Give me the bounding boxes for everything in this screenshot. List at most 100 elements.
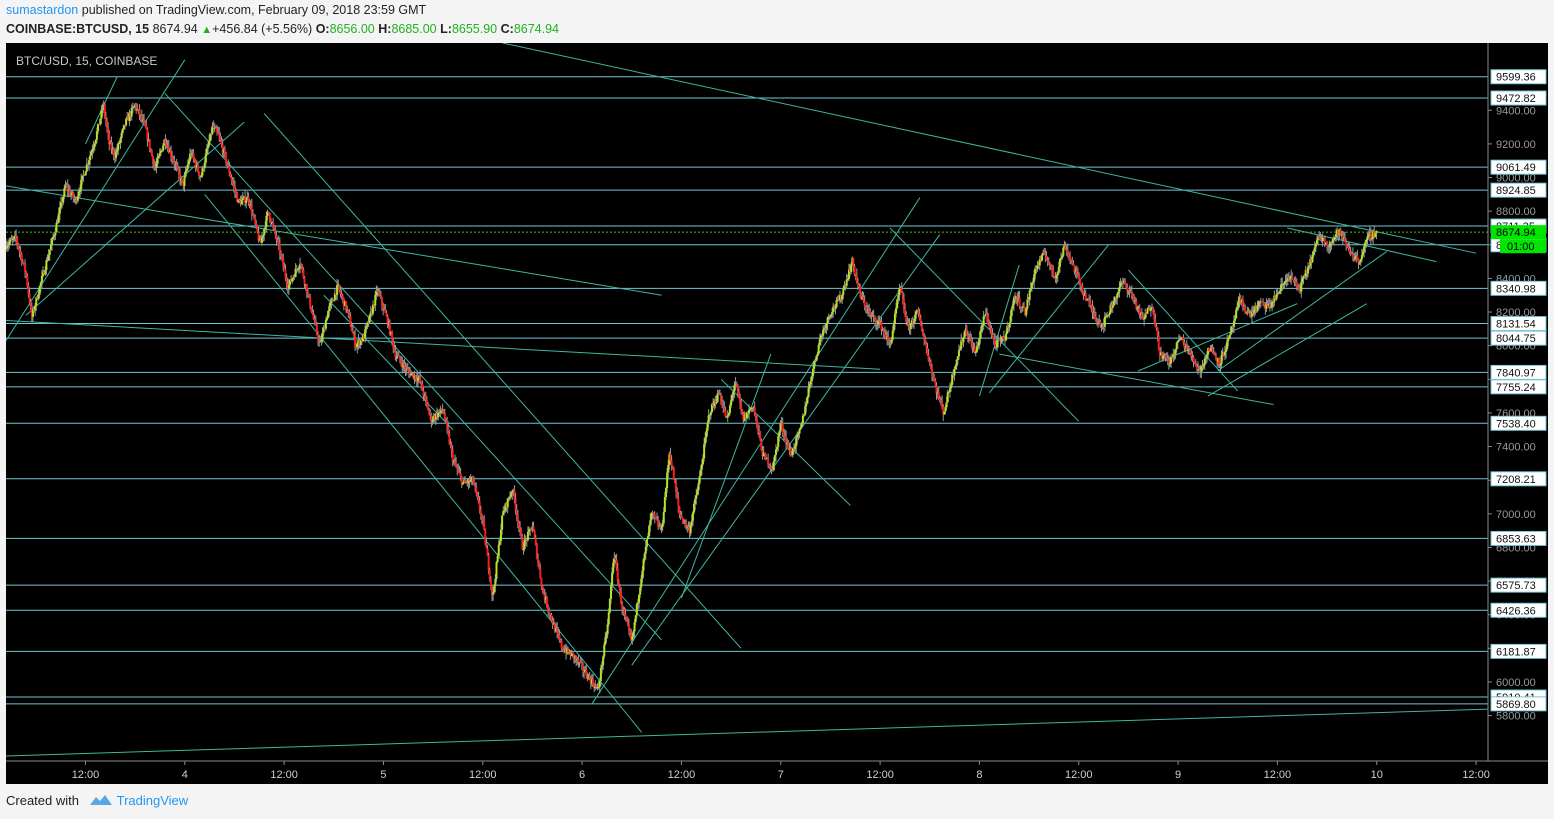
candle-up: [501, 515, 504, 530]
candle-up: [748, 409, 751, 414]
candle-up: [805, 403, 808, 407]
level-label: 7208.21: [1496, 474, 1536, 486]
level-label: 6853.63: [1496, 533, 1536, 545]
candle-down: [1069, 256, 1072, 260]
candle-down: [539, 567, 542, 578]
candle-up: [603, 644, 606, 657]
candle-down: [1078, 274, 1081, 279]
time-tick-label: 12:00: [1264, 769, 1292, 781]
price-tick-label: 6000.00: [1496, 677, 1536, 689]
candle-up: [607, 612, 610, 625]
price-tick-label: 5800.00: [1496, 711, 1536, 723]
candle-up: [89, 155, 92, 161]
candle-up: [850, 264, 853, 272]
price-axis-level-labels: 9599.369472.829061.498924.858711.358600.…: [1490, 69, 1547, 712]
price-change: +456.84 (+5.56%): [212, 22, 313, 36]
candle-up: [183, 176, 186, 186]
candle-up: [495, 562, 498, 579]
price-chart[interactable]: BTC/USD, 15, COINBASE 5800.006000.006200…: [6, 43, 1548, 784]
candle-down: [489, 579, 492, 586]
time-tick-label: 12:00: [1065, 769, 1093, 781]
candle-down: [224, 153, 227, 163]
candle-down: [755, 417, 758, 423]
candle-up: [953, 369, 956, 376]
candle-up: [1234, 318, 1237, 321]
candle-down: [1192, 356, 1195, 362]
candle-up: [245, 200, 248, 203]
candle-up: [957, 350, 960, 357]
time-axis[interactable]: 12:00 4 12:00 5 12:00 6 12:00 7 12:00 8 12:00 9 12:0…: [72, 761, 1490, 781]
candle-up: [1040, 254, 1043, 261]
publish-info: sumastardon published on TradingView.com…: [6, 3, 426, 17]
chart-background: [6, 43, 1548, 784]
candle-up: [709, 412, 712, 416]
current-price-label: 8674.94: [1496, 227, 1536, 239]
low-label: L:: [440, 22, 452, 36]
time-tick-label: 9: [1175, 769, 1181, 781]
candle-down: [196, 164, 199, 172]
time-tick-label: 5: [380, 769, 386, 781]
candle-down: [1291, 275, 1294, 280]
time-tick-label: 12:00: [270, 769, 298, 781]
candle-down: [571, 652, 574, 654]
level-label: 7755.24: [1496, 382, 1536, 394]
candle-up: [497, 544, 500, 556]
candle-down: [653, 514, 656, 518]
candle-down: [1079, 278, 1082, 286]
price-tick-label: 9200.00: [1496, 139, 1536, 151]
level-label: 8131.54: [1496, 319, 1536, 331]
level-label: 5869.80: [1496, 699, 1536, 711]
candle-up: [915, 311, 918, 315]
level-label: 9472.82: [1496, 93, 1536, 105]
candle-up: [204, 153, 207, 163]
candle-down: [1081, 285, 1084, 292]
candle-up: [645, 539, 648, 547]
candle-down: [1072, 263, 1075, 266]
author-link[interactable]: sumastardon: [6, 3, 78, 17]
candle-down: [1157, 335, 1160, 349]
candle-down: [1052, 270, 1055, 277]
tradingview-link[interactable]: TradingView: [117, 793, 189, 808]
candle-down: [303, 277, 306, 285]
price-tick-label: 7400.00: [1496, 442, 1536, 454]
last-price: 8674.94: [152, 22, 198, 36]
candle-up: [326, 318, 329, 321]
candle-down: [1048, 263, 1051, 265]
candle-up: [695, 495, 698, 499]
candle-down: [148, 139, 151, 149]
level-label: 9061.49: [1496, 162, 1536, 174]
candle-up: [97, 123, 100, 132]
candle-up: [1028, 290, 1031, 301]
up-arrow-icon: ▲: [201, 24, 213, 36]
candle-up: [798, 429, 801, 434]
candle-down: [853, 266, 856, 275]
candle-up: [48, 249, 51, 255]
level-label: 8924.85: [1496, 185, 1536, 197]
chart-title: BTC/USD, 15, COINBASE: [16, 54, 157, 68]
time-tick-label: 12:00: [72, 769, 100, 781]
level-label: 6181.87: [1496, 646, 1536, 658]
price-tick-label: 9400.00: [1496, 105, 1536, 117]
price-tick-label: 8800.00: [1496, 206, 1536, 218]
candle-down: [181, 178, 184, 182]
footer: Created with TradingView: [6, 793, 188, 810]
ohlc-bar: COINBASE:BTCUSD, 15 8674.94 ▲+456.84 (+5…: [6, 22, 559, 36]
candle-down: [670, 460, 673, 466]
candle-up: [1005, 333, 1008, 341]
level-label: 8044.75: [1496, 333, 1536, 345]
published-text: published on TradingView.com, February 0…: [81, 3, 427, 17]
time-tick-label: 10: [1371, 769, 1383, 781]
candle-down: [753, 407, 756, 414]
countdown-label: 01:00: [1507, 241, 1535, 253]
time-tick-label: 12:00: [866, 769, 894, 781]
candle-down: [1244, 307, 1247, 313]
candle-up: [55, 222, 58, 233]
candle-up: [156, 157, 159, 164]
level-label: 6575.73: [1496, 580, 1536, 592]
candle-up: [1010, 308, 1013, 316]
candle-up: [962, 337, 965, 343]
candle-up: [162, 145, 165, 151]
level-label: 9599.36: [1496, 72, 1536, 84]
open-value: 8656.00: [329, 22, 375, 36]
level-label: 8340.98: [1496, 283, 1536, 295]
